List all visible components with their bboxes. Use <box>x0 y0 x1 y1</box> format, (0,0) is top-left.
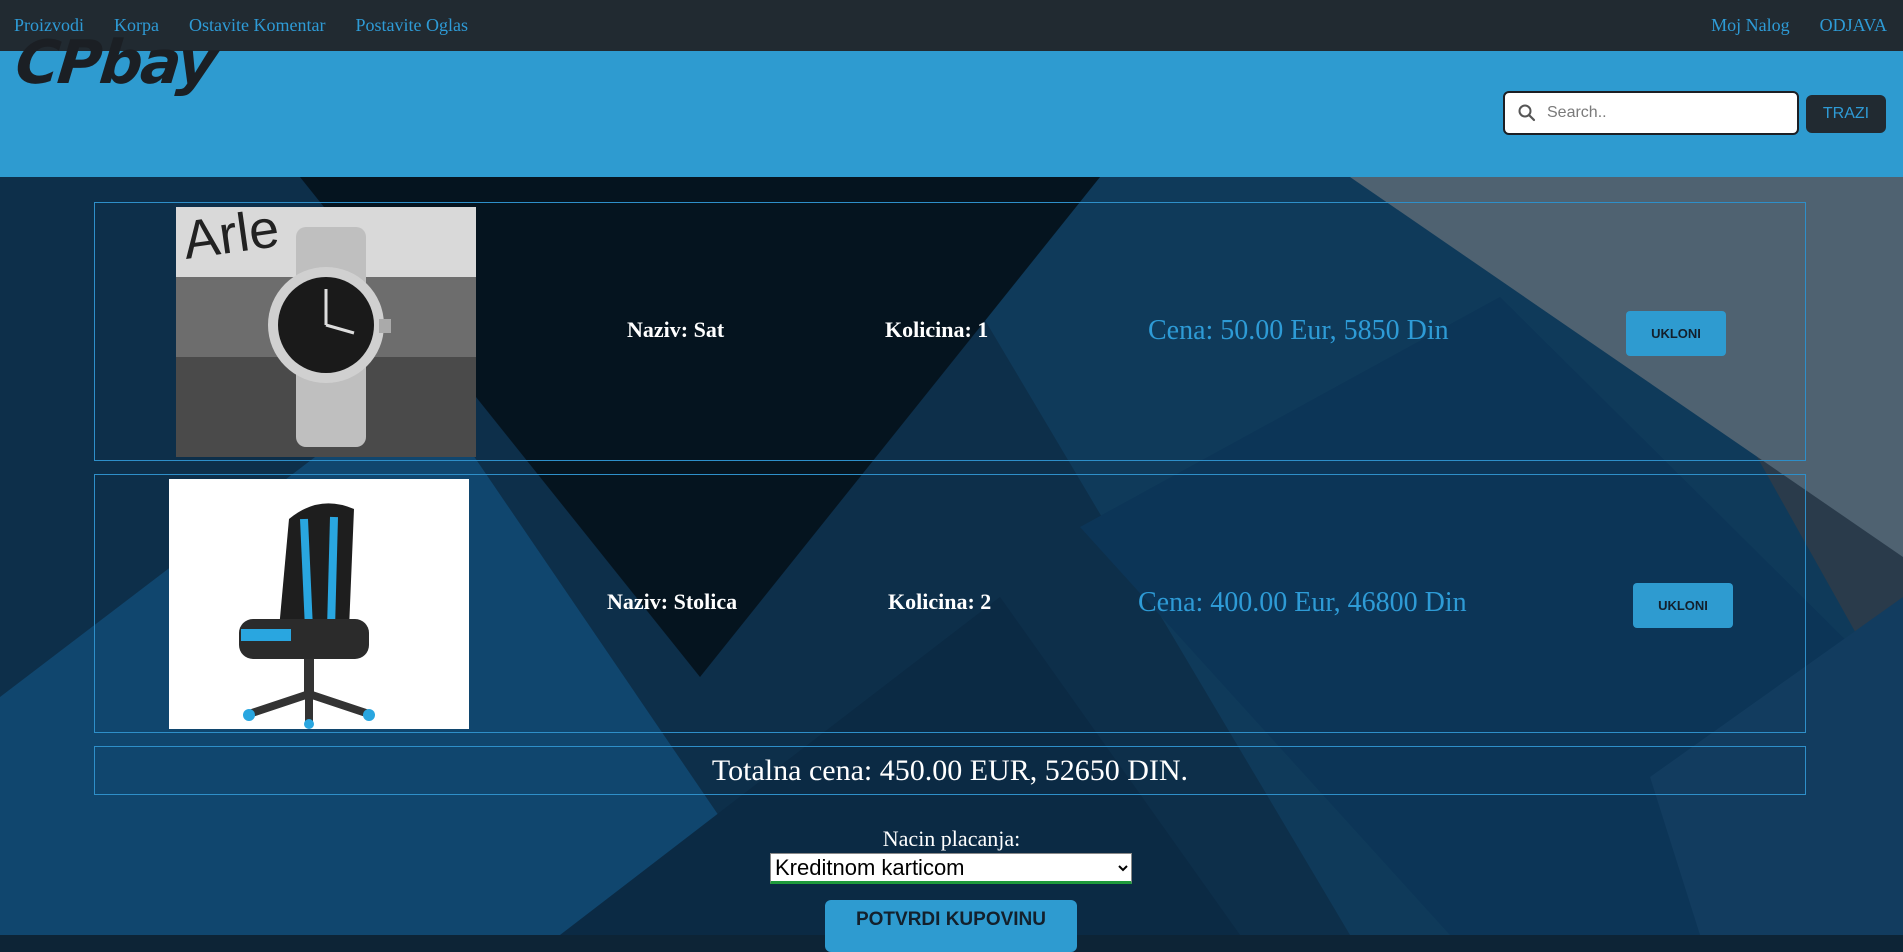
product-name: Naziv: Stolica <box>607 589 738 614</box>
search-input[interactable] <box>1545 103 1797 123</box>
confirm-purchase-button[interactable]: POTVRDI KUPOVINU <box>825 900 1077 952</box>
total-price-text: Totalna cena: 450.00 EUR, 52650 DIN. <box>711 753 1189 787</box>
nav-right: Moj Nalog ODJAVA <box>1696 15 1903 36</box>
product-price: Cena: 50.00 Eur, 5850 Din <box>1148 315 1449 346</box>
search-field[interactable] <box>1503 91 1799 135</box>
product-image-chair <box>169 479 469 729</box>
cart-item: Arle Naziv: Sat Kolicina: 1 Cena: 50.00 … <box>94 202 1806 461</box>
payment-method-label: Nacin placanja: <box>882 826 1021 851</box>
payment-method-select[interactable]: Kreditnom karticom <box>770 853 1132 884</box>
remove-button[interactable]: UKLONI <box>1626 311 1726 356</box>
nav-link-moj-nalog[interactable]: Moj Nalog <box>1696 15 1805 36</box>
top-navbar: Proizvodi Korpa Ostavite Komentar Postav… <box>0 0 1903 51</box>
remove-button[interactable]: UKLONI <box>1633 583 1733 628</box>
product-price: Cena: 400.00 Eur, 46800 Din <box>1138 587 1467 618</box>
product-image-watch: Arle <box>176 207 476 457</box>
product-name: Naziv: Sat <box>627 317 725 342</box>
site-logo[interactable]: CPbay <box>12 28 218 98</box>
search-button[interactable]: TRAZI <box>1806 95 1886 133</box>
cart-item: Naziv: Stolica Kolicina: 2 Cena: 400.00 … <box>94 474 1806 733</box>
product-quantity: Kolicina: 1 <box>885 317 989 342</box>
nav-link-odjava[interactable]: ODJAVA <box>1805 15 1903 36</box>
product-quantity: Kolicina: 2 <box>888 589 992 614</box>
nav-link-postavite-oglas[interactable]: Postavite Oglas <box>340 15 483 36</box>
search-icon <box>1518 104 1536 122</box>
cart-total: Totalna cena: 450.00 EUR, 52650 DIN. <box>94 746 1806 795</box>
